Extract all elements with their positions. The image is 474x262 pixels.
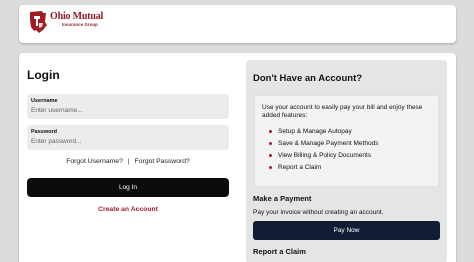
feature-item: View Billing & Policy Documents <box>269 150 378 162</box>
password-label: Password <box>31 129 57 135</box>
ohio-mutual-logo[interactable]: Ohio Mutual Insurance Group <box>28 10 103 36</box>
password-field[interactable]: Password <box>27 125 229 150</box>
no-account-panel: Don't Have an Account? Use your account … <box>246 60 447 262</box>
no-account-title: Don't Have an Account? <box>253 73 363 84</box>
features-box: Use your account to easily pay your bill… <box>254 95 439 187</box>
forgot-password-link[interactable]: Forgot Password? <box>135 158 190 165</box>
login-title: Login <box>27 68 60 82</box>
login-card: Login Username Password Forgot Username?… <box>19 53 456 262</box>
link-separator: | <box>127 158 130 165</box>
password-input[interactable] <box>31 136 223 146</box>
make-payment-description: Pay your invoice without creating an acc… <box>253 209 384 216</box>
logo-name: Ohio Mutual <box>50 11 104 22</box>
pay-now-button[interactable]: Pay Now <box>253 221 440 240</box>
header-bar: Ohio Mutual Insurance Group <box>19 5 456 43</box>
username-field[interactable]: Username <box>27 94 229 119</box>
feature-item: Save & Manage Payment Methods <box>269 138 378 150</box>
feature-item: Report a Claim <box>269 162 378 174</box>
report-claim-title: Report a Claim <box>253 247 306 256</box>
ohio-state-emblem-icon <box>30 11 47 33</box>
logo-subtitle: Insurance Group <box>62 22 98 27</box>
forgot-username-link[interactable]: Forgot Username? <box>66 158 123 165</box>
feature-item: Setup & Manage Autopay <box>269 126 378 138</box>
features-list: Setup & Manage Autopay Save & Manage Pay… <box>269 126 378 174</box>
login-button[interactable]: Log In <box>27 178 229 197</box>
create-account-link[interactable]: Create an Account <box>27 206 229 213</box>
forgot-links: Forgot Username? | Forgot Password? <box>27 158 229 165</box>
make-payment-title: Make a Payment <box>253 194 312 203</box>
username-label: Username <box>31 98 58 104</box>
features-description: Use your account to easily pay your bill… <box>262 104 423 119</box>
username-input[interactable] <box>31 105 223 115</box>
